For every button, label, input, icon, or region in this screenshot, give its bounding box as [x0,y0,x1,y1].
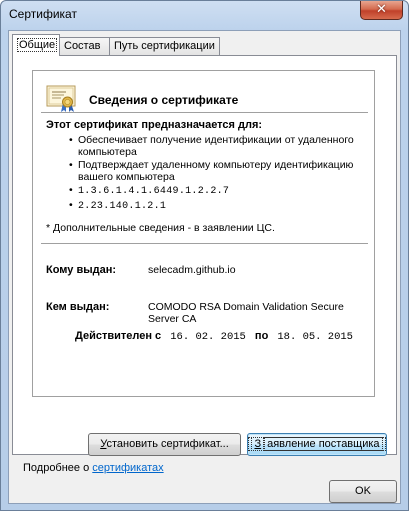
separator [41,243,368,244]
purpose-oid: 1.3.6.1.4.1.6449.1.2.2.7 [78,186,230,197]
learn-more-link[interactable]: сертификатах [92,462,163,474]
statement-rest: аявление поставщика [264,437,383,451]
bullet: • [69,134,73,146]
install-certificate-label: Установить сертификат... [100,438,229,450]
purpose-oid: 2.23.140.1.2.1 [78,201,167,212]
close-icon: ✕ [376,2,387,17]
issued-by-label: Кем выдан: [46,301,110,313]
ok-button[interactable]: OK [329,480,397,503]
tab-details[interactable]: Состав [59,37,110,55]
issuer-statement-button[interactable]: Заявление поставщика [247,433,387,456]
purpose-title: Этот сертификат предназначается для: [46,119,263,131]
window-title: Сертификат [9,7,77,21]
tab-details-label: Состав [64,40,101,52]
tab-general-label: Общие [17,38,58,52]
learn-more-prefix: Подробнее о [23,462,93,474]
valid-from-label: Действителен с [75,330,162,342]
valid-from-date: 16. 02. 2015 [170,331,246,343]
certificate-header: Сведения о сертификате [89,93,239,107]
install-certificate-button[interactable]: Установить сертификат... [88,433,241,456]
certificate-icon [46,85,76,112]
validity-period: Действителен с 16. 02. 2015 по 18. 05. 2… [75,330,359,343]
purpose-item: • 2.23.140.1.2.1 [69,199,369,213]
bullet: • [69,184,73,196]
purpose-item: • Подтверждает удаленному компьютеру иде… [69,159,369,183]
ca-statement-note: * Дополнительные сведения - в заявлении … [46,222,275,234]
install-rest: становить сертификат... [106,438,229,450]
separator [41,112,368,113]
bullet: • [69,199,73,211]
dialog-client-area: Состав Путь сертификации Общие Сведения … [8,30,401,504]
purpose-text: Подтверждает удаленному компьютеру идент… [78,159,354,183]
purpose-item: • Обеспечивает получение идентификации о… [69,134,369,158]
certificate-info-box: Сведения о сертификате Этот сертификат п… [32,70,375,397]
certificate-dialog: Сертификат ✕ Состав Путь сертификации Об… [0,0,409,511]
issued-to-label: Кому выдан: [46,264,117,276]
valid-to-label: по [254,330,269,342]
tab-general[interactable]: Общие [12,34,60,56]
general-tab-panel: Сведения о сертификате Этот сертификат п… [12,55,397,474]
tab-certification-path[interactable]: Путь сертификации [109,37,220,55]
close-button[interactable]: ✕ [360,1,403,20]
issuer-statement-label: Заявление поставщика [248,437,386,451]
purpose-item: • 1.3.6.1.4.1.6449.1.2.2.7 [69,184,369,198]
bullet: • [69,159,73,171]
issued-by-value: COMODO RSA Domain Validation Secure Serv… [148,301,344,325]
ok-label: OK [355,485,371,497]
issued-to-value: selecadm.github.io [148,264,236,276]
purpose-list: • Обеспечивает получение идентификации о… [69,134,369,214]
tab-certification-path-label: Путь сертификации [114,40,215,52]
statement-mnemonic: З [251,437,265,451]
learn-more-text: Подробнее о сертификатах [23,462,164,474]
purpose-text: Обеспечивает получение идентификации от … [78,134,354,158]
title-bar[interactable]: Сертификат ✕ [1,1,408,29]
valid-to-date: 18. 05. 2015 [277,331,353,343]
